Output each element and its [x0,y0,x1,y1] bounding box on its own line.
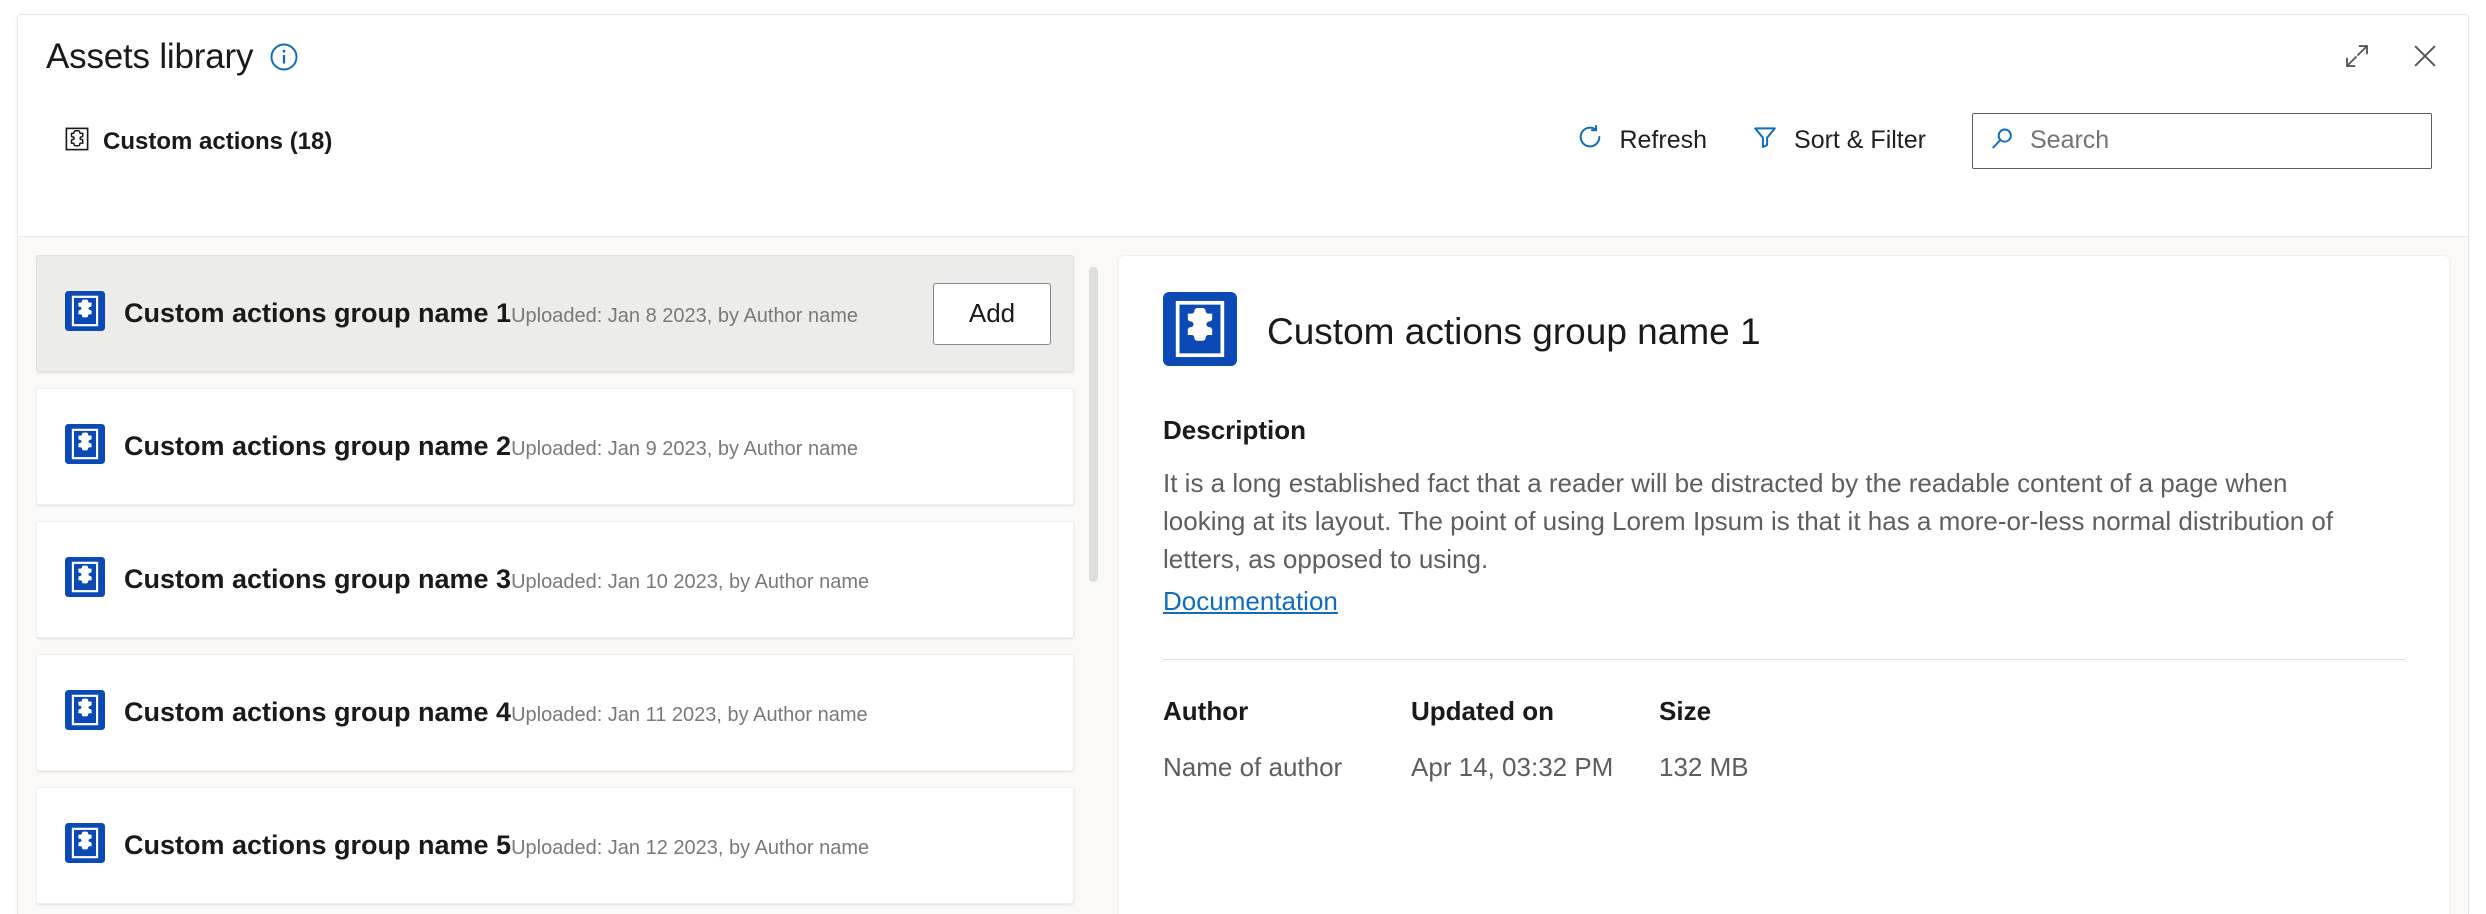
list-item-text: Custom actions group name 4Uploaded: Jan… [124,696,1051,730]
sort-filter-button[interactable]: Sort & Filter [1729,111,1948,170]
custom-actions-tile-icon [1163,292,1237,371]
list-item-subtitle: Uploaded: Jan 11 2023, by Author name [511,704,868,726]
list-item[interactable]: Custom actions group name 4Uploaded: Jan… [36,654,1074,771]
title-group: Assets library [46,37,299,77]
detail-title: Custom actions group name 1 [1267,311,1761,353]
meta-updated-on: Updated on Apr 14, 03:32 PM [1411,696,1659,783]
dialog-titlebar: Assets library [18,15,2468,97]
list-item-subtitle: Uploaded: Jan 9 2023, by Author name [511,438,858,460]
detail-pane: Custom actions group name 1 Description … [1108,255,2450,914]
meta-value: 132 MB [1659,752,1907,783]
list-item[interactable]: Custom actions group name 5Uploaded: Jan… [36,787,1074,904]
custom-actions-tile-icon [65,291,105,336]
list-scrollbar-thumb[interactable] [1089,267,1098,582]
list-scrollbar[interactable] [1088,257,1098,914]
search-input[interactable]: Search [1972,113,2432,169]
list-item-subtitle: Uploaded: Jan 12 2023, by Author name [511,837,869,859]
list-item[interactable]: Custom actions group name 2Uploaded: Jan… [36,388,1074,505]
meta-value: Apr 14, 03:32 PM [1411,752,1659,783]
list-item-title: Custom actions group name 3 [124,564,511,594]
custom-actions-tile-icon [65,690,105,735]
list-item-title: Custom actions group name 1 [124,298,511,328]
meta-value: Name of author [1163,752,1411,783]
meta-label: Author [1163,696,1411,727]
list-item[interactable]: Custom actions group name 3Uploaded: Jan… [36,521,1074,638]
meta-size: Size 132 MB [1659,696,1907,783]
expand-icon[interactable] [2340,39,2374,73]
list-item-subtitle: Uploaded: Jan 8 2023, by Author name [511,305,858,327]
meta-label: Size [1659,696,1907,727]
refresh-button[interactable]: Refresh [1554,111,1729,170]
info-circle-icon[interactable] [269,42,299,72]
list-item-title: Custom actions group name 2 [124,431,511,461]
list-item-text: Custom actions group name 2Uploaded: Jan… [124,430,1051,464]
list-item-text: Custom actions group name 1Uploaded: Jan… [124,297,933,331]
custom-actions-tile-icon [65,557,105,602]
detail-metadata: Author Name of author Updated on Apr 14,… [1163,696,2405,783]
search-icon [1989,125,2016,157]
detail-header: Custom actions group name 1 [1163,292,2405,371]
filter-icon [1751,123,1779,158]
list-item-text: Custom actions group name 3Uploaded: Jan… [124,563,1051,597]
description-text: It is a long established fact that a rea… [1163,464,2341,579]
breadcrumb[interactable]: Custom actions (18) [64,126,332,157]
meta-author: Author Name of author [1163,696,1411,783]
custom-actions-tile-icon [65,424,105,469]
refresh-icon [1576,123,1604,158]
command-bar: Custom actions (18) Refresh Sort [18,97,2468,237]
assets-library-dialog: Assets library [17,14,2469,914]
assets-list: Custom actions group name 1Uploaded: Jan… [36,255,1108,914]
list-item-title: Custom actions group name 4 [124,697,511,727]
search-placeholder: Search [2030,126,2109,155]
description-label: Description [1163,415,2405,446]
detail-divider [1163,659,2405,660]
page-title: Assets library [46,37,253,77]
list-item-title: Custom actions group name 5 [124,830,511,860]
command-bar-actions: Refresh Sort & Filter Search [1554,111,2432,170]
custom-actions-icon [64,126,90,157]
close-icon[interactable] [2408,39,2442,73]
list-item-subtitle: Uploaded: Jan 10 2023, by Author name [511,571,869,593]
documentation-link[interactable]: Documentation [1163,586,1338,617]
meta-label: Updated on [1411,696,1659,727]
list-item[interactable]: Custom actions group name 1Uploaded: Jan… [36,255,1074,372]
detail-card: Custom actions group name 1 Description … [1118,255,2450,914]
refresh-label: Refresh [1619,126,1707,155]
list-item-text: Custom actions group name 5Uploaded: Jan… [124,829,1051,863]
window-controls [2340,39,2442,73]
breadcrumb-label: Custom actions (18) [103,128,332,156]
dialog-body: Custom actions group name 1Uploaded: Jan… [18,237,2468,914]
add-button[interactable]: Add [933,283,1051,345]
sort-filter-label: Sort & Filter [1794,126,1926,155]
custom-actions-tile-icon [65,823,105,868]
